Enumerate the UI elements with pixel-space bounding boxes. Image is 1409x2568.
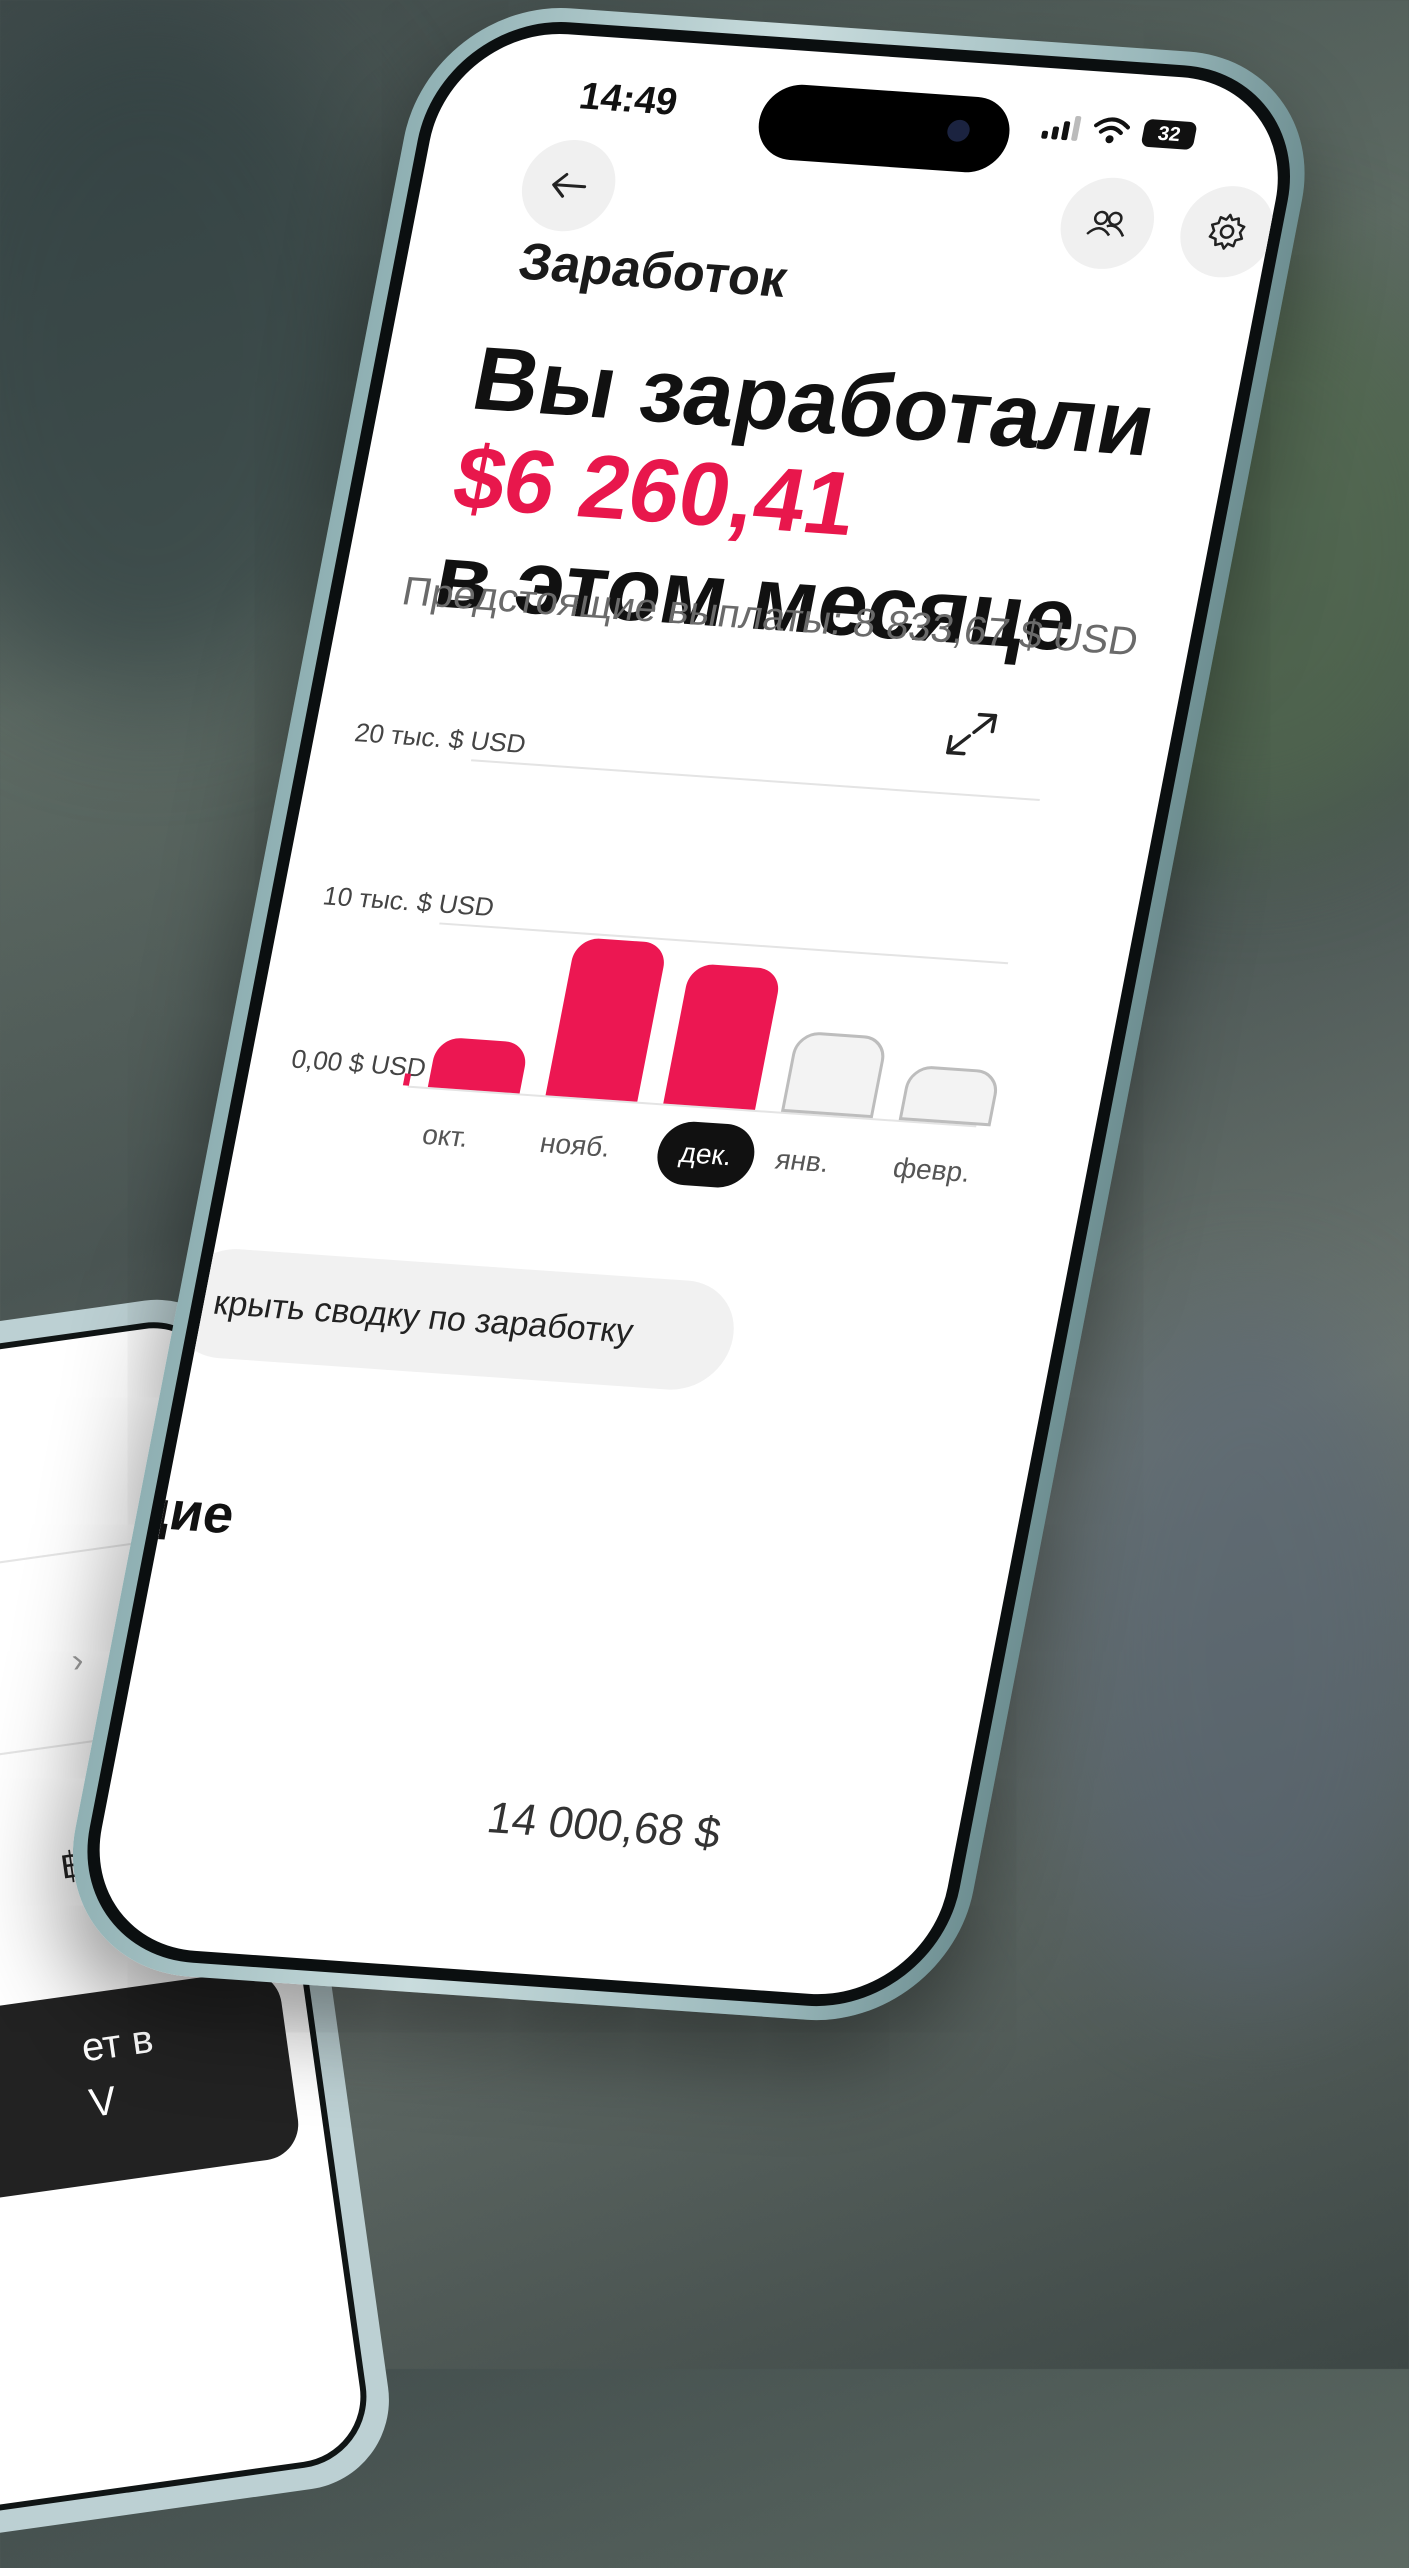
x-tick-label[interactable]: янв. [773, 1144, 832, 1179]
bar-окт[interactable] [427, 1036, 530, 1094]
arrow-left-icon [552, 173, 587, 198]
y-tick-label: 10 тыс. $ USD [320, 880, 497, 923]
battery-icon: 32 [1140, 118, 1198, 151]
earnings-summary-label: крыть сводку по заработку [210, 1283, 637, 1351]
page-title: Заработок [513, 232, 792, 309]
chevron-right-icon[interactable]: › [69, 1641, 86, 1681]
bottom-amount: 14 000,68 $ [483, 1793, 725, 1858]
status-icons: 32 [1040, 112, 1198, 151]
bar-янв[interactable] [780, 1030, 889, 1119]
gridline [439, 922, 1009, 965]
wifi-icon [1094, 117, 1131, 144]
gear-icon [1208, 213, 1246, 250]
y-tick-label: 20 тыс. $ USD [352, 717, 529, 759]
dark-card[interactable]: ет в V [0, 1966, 303, 2231]
back-button[interactable] [513, 136, 624, 235]
bar-февр[interactable] [898, 1064, 1002, 1127]
bar-дек[interactable] [663, 963, 783, 1110]
battery-level: 32 [1155, 122, 1183, 146]
signal-icon [1040, 113, 1082, 142]
camera-dot [945, 119, 972, 143]
cohosts-button[interactable] [1052, 174, 1163, 273]
x-tick-label[interactable]: дек. [651, 1119, 760, 1190]
earnings-summary-button[interactable]: крыть сводку по заработку [163, 1245, 744, 1394]
people-icon [1086, 210, 1125, 238]
bar-prior-month[interactable] [402, 1073, 412, 1086]
dynamic-island [752, 82, 1017, 175]
x-tick-label[interactable]: окт. [420, 1119, 471, 1154]
earnings-chart: 20 тыс. $ USD 10 тыс. $ USD 0,00 $ USD окт.… [253, 711, 1047, 1254]
bar-нояб[interactable] [545, 936, 669, 1102]
status-time: 14:49 [575, 75, 681, 124]
x-tick-label[interactable]: февр. [890, 1152, 974, 1189]
gridline [470, 759, 1040, 802]
x-tick-label[interactable]: нояб. [537, 1127, 613, 1164]
